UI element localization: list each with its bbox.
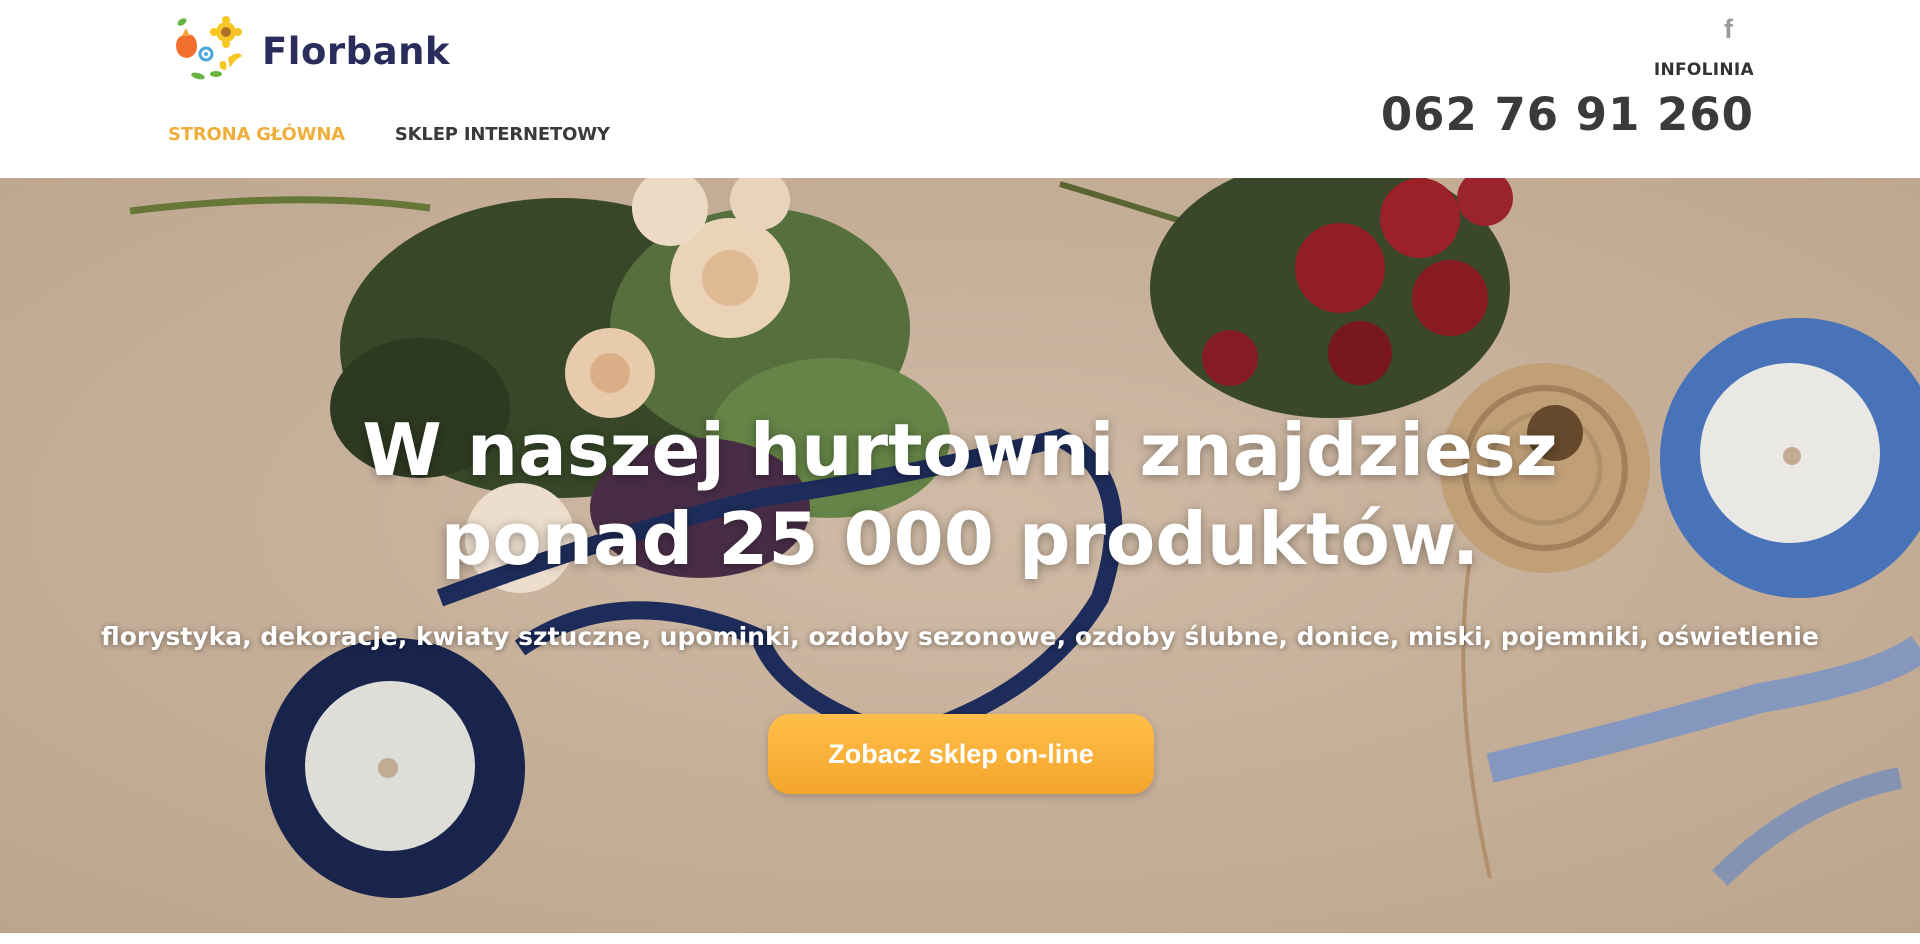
page-bottom-strip xyxy=(0,933,1920,944)
phone-number[interactable]: 062 76 91 260 xyxy=(1381,88,1754,141)
nav-item-home[interactable]: STRONA GŁÓWNA xyxy=(168,124,345,145)
facebook-icon[interactable]: f xyxy=(1724,14,1733,45)
main-nav: STRONA GŁÓWNA SKLEP INTERNETOWY xyxy=(168,124,610,145)
shop-online-button[interactable]: Zobacz sklep on-line xyxy=(768,714,1154,794)
logo[interactable]: Florbank xyxy=(168,14,450,88)
infoline-label: INFOLINIA xyxy=(1653,60,1754,80)
hero-banner: W naszej hurtowni znajdziesz ponad 25 00… xyxy=(0,178,1920,933)
nav-item-shop[interactable]: SKLEP INTERNETOWY xyxy=(395,124,610,145)
hero-headline-line-2: ponad 25 000 produktów. xyxy=(440,497,1480,581)
flower-logo-icon xyxy=(176,16,242,80)
hero-subline: florystyka, dekoracje, kwiaty sztuczne, … xyxy=(101,622,1819,651)
hero-headline-line-1: W naszej hurtowni znajdziesz xyxy=(362,408,1558,492)
hero-headline: W naszej hurtowni znajdziesz ponad 25 00… xyxy=(0,406,1920,584)
brand-name: Florbank xyxy=(262,29,451,73)
site-header: Florbank STRONA GŁÓWNA SKLEP INTERNETOWY… xyxy=(0,0,1920,178)
